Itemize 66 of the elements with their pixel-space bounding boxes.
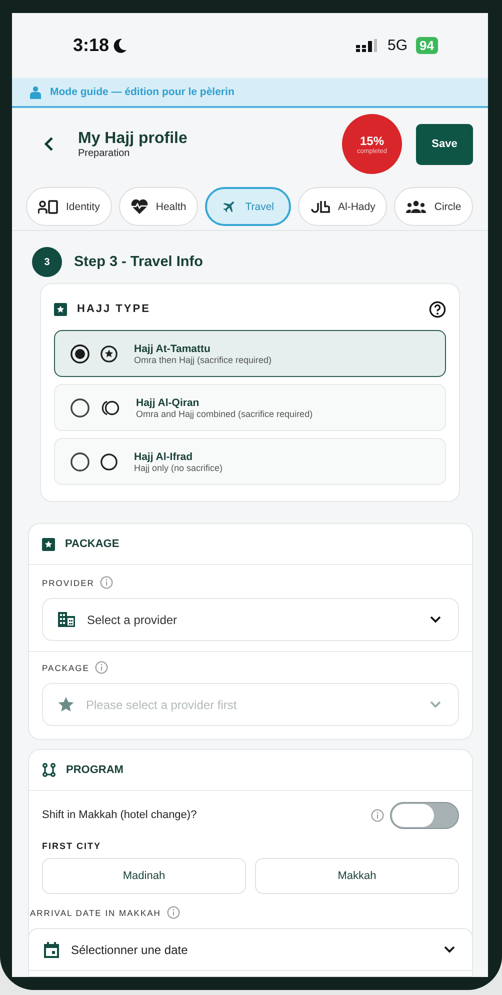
toggle-switch[interactable] xyxy=(390,802,459,828)
section-title: PROGRAM xyxy=(66,764,124,776)
script-glyph-icon xyxy=(310,200,330,214)
section-title: PACKAGE xyxy=(65,538,120,550)
info-icon[interactable] xyxy=(95,661,108,674)
info-icon[interactable] xyxy=(166,906,180,919)
section-tab[interactable]: Circle xyxy=(394,187,474,226)
back-icon[interactable] xyxy=(44,136,54,152)
field-label: ARRIVAL DATE IN MAKKAH xyxy=(30,908,161,918)
star-square-icon xyxy=(42,538,55,550)
section-tab[interactable]: Al-Hady xyxy=(298,187,388,226)
double-circle-icon xyxy=(100,398,120,416)
date-input[interactable]: Sélectionner une date xyxy=(71,942,432,956)
option-description: Hajj only (no sacrifice) xyxy=(134,462,223,472)
save-button[interactable]: Save xyxy=(416,124,473,164)
progress-value: 15% xyxy=(360,134,384,148)
page-subtitle: Preparation xyxy=(78,148,131,158)
hajj-type-option[interactable]: Hajj Al-Qiran Omra and Hajj combined (sacrifice required) xyxy=(54,384,446,431)
radio-button[interactable] xyxy=(70,344,90,364)
star-square-icon xyxy=(54,302,67,316)
circle-icon xyxy=(100,452,118,470)
heart-pulse-icon xyxy=(130,199,148,214)
route-icon xyxy=(42,763,56,777)
section-title: HAJJ TYPE xyxy=(77,303,150,315)
select-field[interactable]: Select a provider xyxy=(42,598,459,641)
info-icon[interactable] xyxy=(371,808,384,822)
shift-label: Shift in Makkah (hotel change)? xyxy=(42,809,197,821)
radio-button[interactable] xyxy=(70,398,90,418)
section-tab[interactable]: Health xyxy=(118,187,198,226)
radio-button[interactable] xyxy=(70,452,90,472)
city-option-button[interactable]: Makkah xyxy=(255,858,459,894)
option-title: Hajj At-Tamattu xyxy=(134,342,212,354)
guide-icon xyxy=(29,86,42,98)
banner-label: Mode guide — édition pour le pèlerin xyxy=(50,86,234,98)
page-title: My Hajj profile xyxy=(78,130,188,148)
info-icon[interactable] xyxy=(100,576,114,589)
signal-icon xyxy=(356,38,378,52)
option-title: Hajj Al-Qiran xyxy=(136,396,200,408)
option-title: Hajj Al-Ifrad xyxy=(134,450,194,462)
city-option-button[interactable]: Madinah xyxy=(42,858,246,894)
option-description: Omra and Hajj combined (sacrifice required) xyxy=(136,408,313,418)
first-city-label: FIRST CITY xyxy=(42,841,102,851)
id-card-icon xyxy=(38,200,58,214)
date-field[interactable]: Sélectionner une date xyxy=(29,928,472,971)
chevron-down-icon xyxy=(430,616,441,623)
select-input[interactable]: Select a provider xyxy=(87,612,418,626)
status-time: 3:18 xyxy=(73,35,110,56)
help-icon[interactable] xyxy=(429,300,446,318)
star-icon xyxy=(58,697,74,712)
group-icon xyxy=(406,200,426,213)
step-title: Step 3 - Travel Info xyxy=(74,254,203,270)
hajj-type-option[interactable]: Hajj At-Tamattu Omra then Hajj (sacrifice required) xyxy=(54,330,446,377)
section-tab[interactable]: Identity xyxy=(26,187,112,226)
chevron-down-icon xyxy=(430,701,441,708)
field-label: PROVIDER xyxy=(42,578,94,588)
moon-icon xyxy=(113,38,128,53)
calendar-icon xyxy=(44,942,59,958)
option-description: Omra then Hajj (sacrifice required) xyxy=(134,354,272,364)
step-number: 3 xyxy=(32,247,62,277)
building-icon xyxy=(58,612,75,627)
star-circle-icon xyxy=(100,344,118,362)
chevron-down-icon xyxy=(444,946,455,953)
network-label: 5G xyxy=(388,37,408,54)
hajj-type-option[interactable]: Hajj Al-Ifrad Hajj only (no sacrifice) xyxy=(54,438,446,485)
field-label: PACKAGE xyxy=(42,662,90,672)
battery-indicator: 94 xyxy=(416,37,438,54)
